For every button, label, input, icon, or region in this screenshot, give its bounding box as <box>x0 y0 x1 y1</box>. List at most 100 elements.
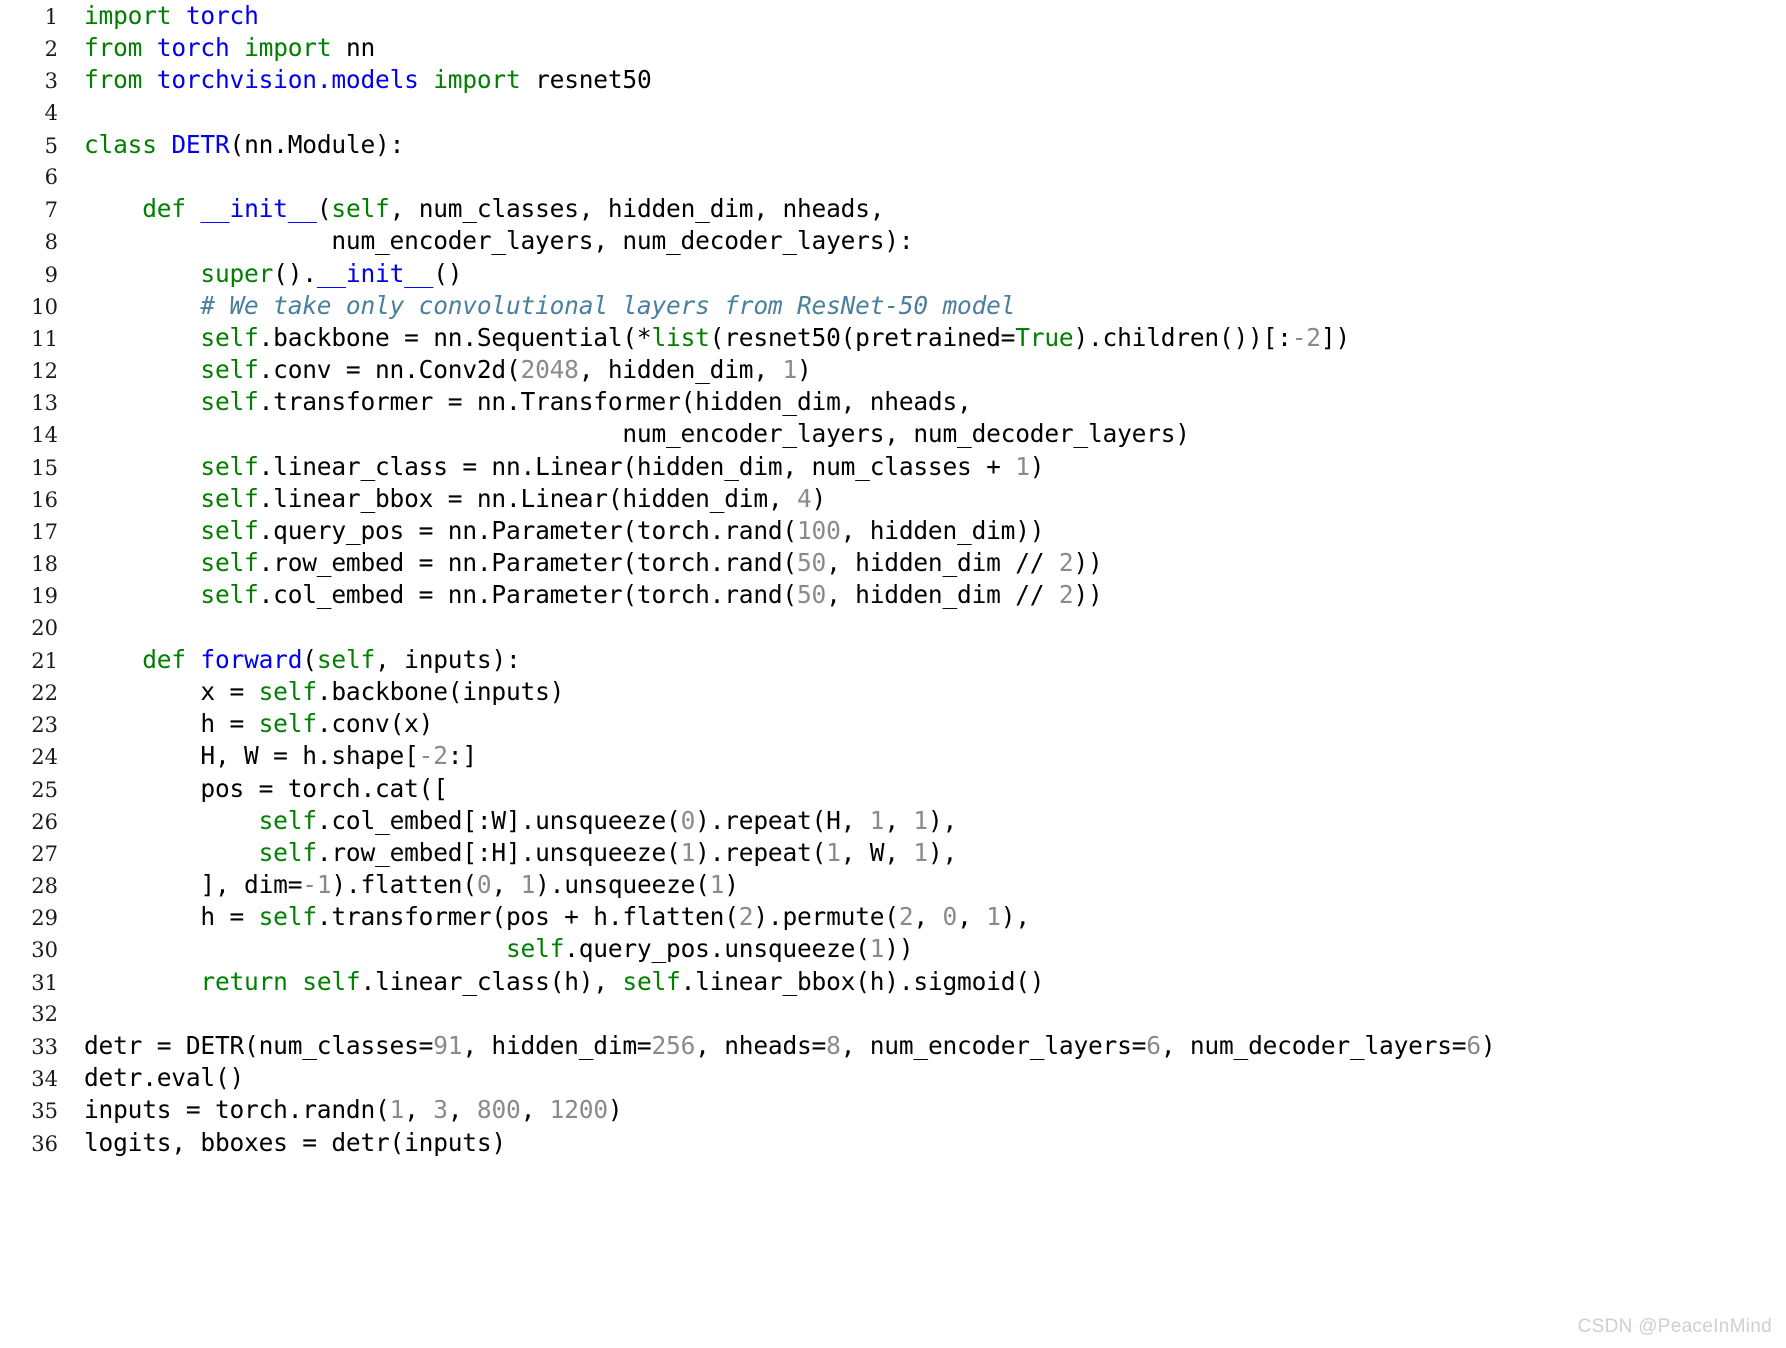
line-number: 3 <box>44 69 58 94</box>
code-token-plain: nn <box>331 33 376 63</box>
line-number: 21 <box>31 648 58 673</box>
code-line: 19 self.col_embed = nn.Parameter(torch.r… <box>0 579 1786 611</box>
code-line-text[interactable]: # We take only convolutional layers from… <box>58 290 1015 322</box>
code-line-text[interactable]: x = self.backbone(inputs) <box>58 676 564 708</box>
code-token-plain: detr = DETR(num_classes= <box>84 1031 434 1060</box>
line-number: 28 <box>31 874 58 899</box>
code-token-plain: )) <box>884 934 914 964</box>
code-token-self: self <box>200 548 259 578</box>
code-line-text[interactable]: h = self.transformer(pos + h.flatten(2).… <box>58 901 1030 933</box>
code-line: 21 def forward(self, inputs): <box>0 644 1786 676</box>
code-line-text[interactable]: self.row_embed = nn.Parameter(torch.rand… <box>58 547 1103 579</box>
code-token-plain: .conv = nn.Conv2d( <box>258 355 521 385</box>
code-token-num: 1 <box>986 902 1001 932</box>
code-token-self: self <box>258 709 317 739</box>
line-number: 24 <box>31 745 58 770</box>
line-number: 15 <box>31 455 58 480</box>
code-token-kw: from <box>84 33 143 63</box>
code-line-text[interactable]: num_encoder_layers, num_decoder_layers) <box>58 418 1190 450</box>
code-line-text[interactable]: h = self.conv(x) <box>58 708 433 740</box>
code-line: 30 self.query_pos.unsqueeze(1)) <box>0 933 1786 965</box>
code-line-text[interactable]: from torch import nn <box>58 32 375 64</box>
code-line-text[interactable]: inputs = torch.randn(1, 3, 800, 1200) <box>58 1094 623 1126</box>
code-line-text[interactable]: self.conv = nn.Conv2d(2048, hidden_dim, … <box>58 354 812 386</box>
code-line-text[interactable]: def forward(self, inputs): <box>58 644 521 676</box>
code-token-num: 2 <box>898 902 914 932</box>
code-token-kw: import <box>84 1 172 30</box>
code-token-kw: from <box>84 65 143 95</box>
code-line-text[interactable]: import torch <box>58 0 259 32</box>
code-token-def: __init__ <box>316 258 434 288</box>
line-number: 30 <box>31 938 58 963</box>
code-token-self: self <box>258 676 317 706</box>
code-line-text[interactable]: self.col_embed = nn.Parameter(torch.rand… <box>58 579 1103 611</box>
code-line-text[interactable]: ], dim=-1).flatten(0, 1).unsqueeze(1) <box>58 869 739 901</box>
code-line-text[interactable]: self.transformer = nn.Transformer(hidden… <box>58 386 972 418</box>
code-token-plain: ) <box>797 355 812 385</box>
code-line-text[interactable]: return self.linear_class(h), self.linear… <box>58 966 1044 998</box>
code-token-self: self <box>302 966 361 996</box>
code-line: 7 def __init__(self, num_classes, hidden… <box>0 193 1786 225</box>
code-token-kw: class <box>84 129 157 159</box>
code-line-text[interactable]: pos = torch.cat([ <box>58 773 448 805</box>
code-line-text[interactable]: self.linear_bbox = nn.Linear(hidden_dim,… <box>58 483 826 515</box>
code-line-text[interactable]: self.col_embed[:W].unsqueeze(0).repeat(H… <box>58 805 958 837</box>
code-token-num: 1 <box>389 1095 405 1125</box>
code-line-text[interactable]: detr = DETR(num_classes=91, hidden_dim=2… <box>58 1030 1496 1062</box>
code-token-plain: )) <box>1073 580 1103 610</box>
code-line: 25 pos = torch.cat([ <box>0 773 1786 805</box>
code-token-self: self <box>200 387 259 417</box>
code-line: 34 detr.eval() <box>0 1062 1786 1094</box>
code-line-text[interactable]: H, W = h.shape[-2:] <box>58 740 477 772</box>
code-token-plain: )) <box>1073 548 1103 578</box>
code-token-plain: ).children())[: <box>1073 322 1292 352</box>
code-token-plain: .transformer = nn.Transformer(hidden_dim… <box>258 387 972 417</box>
code-token-plain: (resnet50(pretrained= <box>709 322 1016 352</box>
code-line-text[interactable]: def __init__(self, num_classes, hidden_d… <box>58 193 884 225</box>
code-line-text[interactable]: detr.eval() <box>58 1062 244 1094</box>
code-token-plain: , inputs): <box>375 644 521 674</box>
code-token-plain: ) <box>607 1095 623 1125</box>
code-line-text[interactable]: self.query_pos = nn.Parameter(torch.rand… <box>58 515 1044 547</box>
code-token-num: 2 <box>1058 580 1074 610</box>
code-line-text[interactable]: self.query_pos.unsqueeze(1)) <box>58 933 914 965</box>
code-token-num: 1 <box>869 934 885 964</box>
line-number: 8 <box>44 230 58 255</box>
code-line-text[interactable]: self.linear_class = nn.Linear(hidden_dim… <box>58 451 1044 483</box>
code-token-plain: , hidden_dim)) <box>840 516 1045 545</box>
code-token-kw: def <box>142 194 186 224</box>
code-line-text[interactable]: num_encoder_layers, num_decoder_layers): <box>58 225 913 257</box>
code-token-comment: # We take only convolutional layers from… <box>200 290 1016 320</box>
code-line: 35 inputs = torch.randn(1, 3, 800, 1200) <box>0 1094 1786 1126</box>
code-token-plain: ) <box>811 483 827 513</box>
code-line: 16 self.linear_bbox = nn.Linear(hidden_d… <box>0 483 1786 515</box>
code-token-num: 2048 <box>520 355 579 385</box>
code-line: 12 self.conv = nn.Conv2d(2048, hidden_di… <box>0 354 1786 386</box>
code-token-plain: , <box>884 805 914 835</box>
code-listing: 1 import torch 2 from torch import nn 3 from … <box>0 0 1786 1348</box>
code-token-num: 2 <box>738 902 754 932</box>
code-token-plain: .linear_bbox = nn.Linear(hidden_dim, <box>258 483 797 513</box>
code-token-plain: , hidden_dim, <box>578 355 783 385</box>
code-token-plain: pos = torch.cat([ <box>84 773 448 803</box>
code-token-plain: .linear_bbox(h).sigmoid() <box>680 966 1045 996</box>
code-token-num: -2 <box>1291 322 1321 352</box>
code-line-text[interactable]: logits, bboxes = detr(inputs) <box>58 1127 506 1159</box>
code-line-text[interactable]: from torchvision.models import resnet50 <box>58 64 652 96</box>
code-line-text[interactable]: self.backbone = nn.Sequential(*list(resn… <box>58 322 1350 354</box>
code-line-text[interactable]: class DETR(nn.Module): <box>58 129 404 161</box>
code-line-text[interactable]: self.row_embed[:H].unsqueeze(1).repeat(1… <box>58 837 958 869</box>
code-line-text[interactable]: super().__init__() <box>58 258 462 290</box>
code-token-num: 6 <box>1146 1031 1161 1060</box>
line-number: 23 <box>31 713 58 738</box>
